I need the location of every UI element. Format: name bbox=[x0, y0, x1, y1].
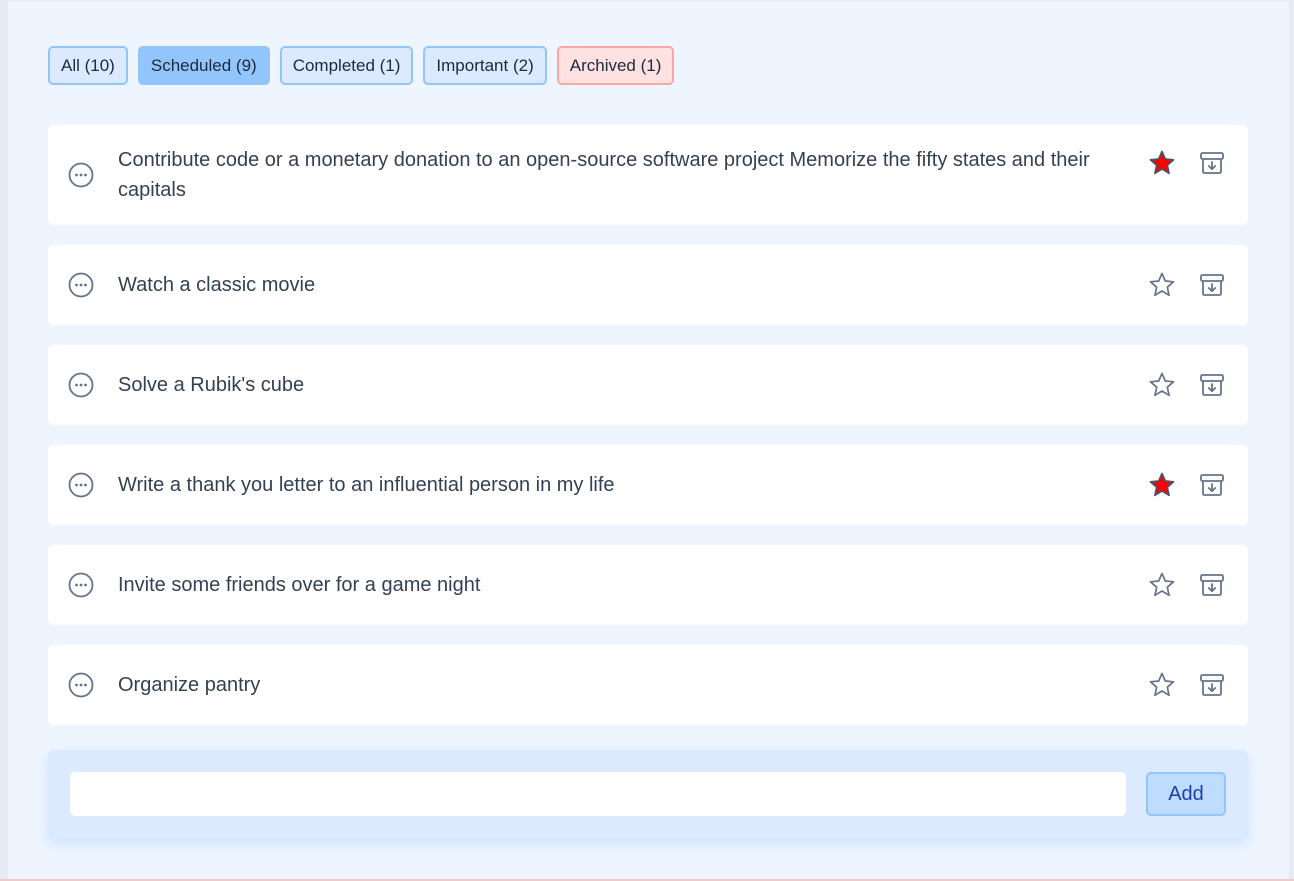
filter-all-button[interactable]: All (10) bbox=[48, 46, 128, 85]
task-text: Write a thank you letter to an influenti… bbox=[118, 474, 615, 496]
star-icon[interactable] bbox=[1148, 671, 1176, 699]
more-options-icon[interactable] bbox=[68, 162, 94, 188]
task-text: Solve a Rubik's cube bbox=[118, 374, 305, 396]
task-text: Invite some friends over for a game nigh… bbox=[118, 574, 481, 596]
task-row: Solve a Rubik's cube bbox=[48, 345, 1248, 425]
more-options-icon[interactable] bbox=[68, 672, 94, 698]
archive-icon[interactable] bbox=[1198, 149, 1226, 177]
archive-icon[interactable] bbox=[1198, 571, 1226, 599]
star-icon[interactable] bbox=[1148, 271, 1176, 299]
new-task-input[interactable] bbox=[70, 772, 1126, 816]
star-icon[interactable] bbox=[1148, 571, 1176, 599]
more-options-icon[interactable] bbox=[68, 272, 94, 298]
star-icon[interactable] bbox=[1148, 471, 1176, 499]
task-row: Organize pantry bbox=[48, 645, 1248, 725]
todo-app: All (10) Scheduled (9) Completed (1) Imp… bbox=[8, 1, 1289, 879]
task-row: Contribute code or a monetary donation t… bbox=[48, 125, 1248, 225]
filter-archived-button[interactable]: Archived (1) bbox=[556, 46, 675, 85]
more-options-icon[interactable] bbox=[68, 372, 94, 398]
task-text: Watch a classic movie bbox=[118, 274, 316, 296]
task-row: Watch a classic movie bbox=[48, 245, 1248, 325]
add-button[interactable]: Add bbox=[1146, 772, 1226, 816]
archive-icon[interactable] bbox=[1198, 371, 1226, 399]
more-options-icon[interactable] bbox=[68, 572, 94, 598]
star-icon[interactable] bbox=[1148, 371, 1176, 399]
star-icon[interactable] bbox=[1148, 149, 1176, 177]
archive-icon[interactable] bbox=[1198, 271, 1226, 299]
task-row: Write a thank you letter to an influenti… bbox=[48, 445, 1248, 525]
task-list: Contribute code or a monetary donation t… bbox=[48, 125, 1248, 745]
more-options-icon[interactable] bbox=[68, 472, 94, 498]
archive-icon[interactable] bbox=[1198, 671, 1226, 699]
filter-bar: All (10) Scheduled (9) Completed (1) Imp… bbox=[48, 46, 675, 85]
filter-completed-button[interactable]: Completed (1) bbox=[279, 46, 414, 85]
task-text: Contribute code or a monetary donation t… bbox=[118, 149, 1090, 201]
task-row: Invite some friends over for a game nigh… bbox=[48, 545, 1248, 625]
filter-scheduled-button[interactable]: Scheduled (9) bbox=[137, 46, 270, 85]
task-text: Organize pantry bbox=[118, 674, 261, 696]
filter-important-button[interactable]: Important (2) bbox=[423, 46, 547, 85]
archive-icon[interactable] bbox=[1198, 471, 1226, 499]
new-task-composer: Add bbox=[48, 750, 1248, 838]
